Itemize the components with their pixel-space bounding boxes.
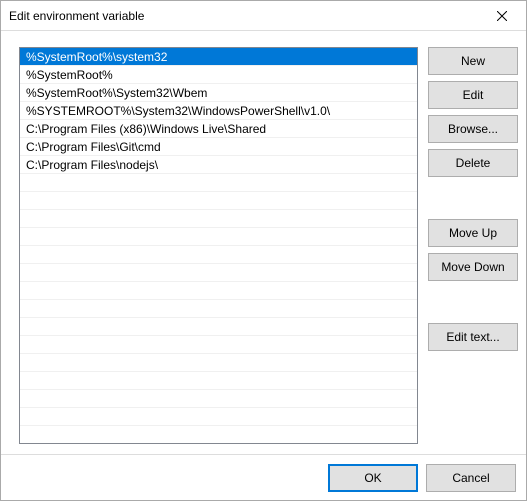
delete-button[interactable]: Delete <box>428 149 518 177</box>
list-item <box>20 282 417 300</box>
list-item <box>20 408 417 426</box>
list-item <box>20 228 417 246</box>
new-button[interactable]: New <box>428 47 518 75</box>
list-item[interactable]: %SystemRoot% <box>20 66 417 84</box>
path-listbox[interactable]: %SystemRoot%\system32%SystemRoot%%System… <box>19 47 418 444</box>
list-item <box>20 264 417 282</box>
list-item <box>20 390 417 408</box>
list-item[interactable]: C:\Program Files (x86)\Windows Live\Shar… <box>20 120 417 138</box>
close-icon <box>497 11 507 21</box>
ok-button[interactable]: OK <box>328 464 418 492</box>
button-sidebar: New Edit Browse... Delete Move Up Move D… <box>428 47 518 444</box>
edit-text-button[interactable]: Edit text... <box>428 323 518 351</box>
list-item <box>20 246 417 264</box>
list-item <box>20 336 417 354</box>
list-item <box>20 210 417 228</box>
list-item <box>20 372 417 390</box>
list-item <box>20 354 417 372</box>
list-item <box>20 174 417 192</box>
list-item[interactable]: %SystemRoot%\system32 <box>20 48 417 66</box>
move-down-button[interactable]: Move Down <box>428 253 518 281</box>
dialog-footer: OK Cancel <box>1 454 526 500</box>
list-item <box>20 192 417 210</box>
browse-button[interactable]: Browse... <box>428 115 518 143</box>
move-up-button[interactable]: Move Up <box>428 219 518 247</box>
list-item[interactable]: %SYSTEMROOT%\System32\WindowsPowerShell\… <box>20 102 417 120</box>
dialog-window: Edit environment variable %SystemRoot%\s… <box>0 0 527 501</box>
list-item <box>20 300 417 318</box>
titlebar: Edit environment variable <box>1 1 526 31</box>
cancel-button[interactable]: Cancel <box>426 464 516 492</box>
list-item[interactable]: C:\Program Files\nodejs\ <box>20 156 417 174</box>
list-item[interactable]: %SystemRoot%\System32\Wbem <box>20 84 417 102</box>
window-title: Edit environment variable <box>9 9 479 23</box>
close-button[interactable] <box>479 2 524 30</box>
content-area: %SystemRoot%\system32%SystemRoot%%System… <box>1 31 526 454</box>
list-item <box>20 318 417 336</box>
edit-button[interactable]: Edit <box>428 81 518 109</box>
list-item[interactable]: C:\Program Files\Git\cmd <box>20 138 417 156</box>
